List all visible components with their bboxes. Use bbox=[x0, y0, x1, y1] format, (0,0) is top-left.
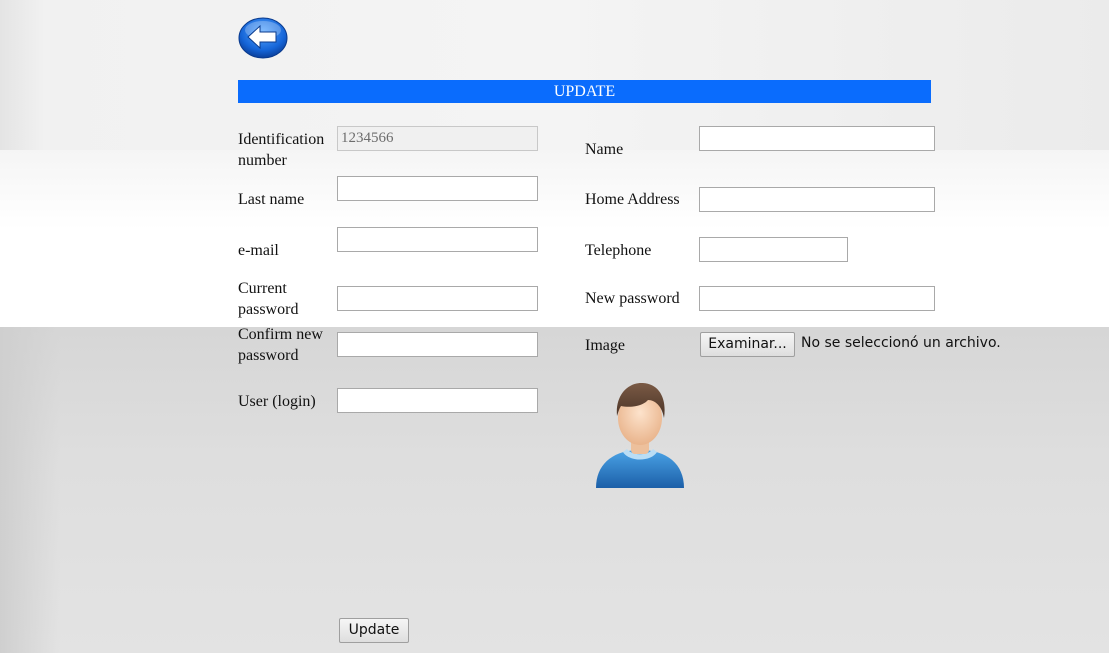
telephone-label: Telephone bbox=[585, 242, 652, 259]
email-field[interactable] bbox=[337, 227, 538, 252]
new-password-label: New password bbox=[585, 290, 680, 307]
id-number-field bbox=[337, 126, 538, 151]
user-login-label: User (login) bbox=[238, 393, 316, 410]
name-field[interactable] bbox=[699, 126, 935, 151]
current-password-label: Current password bbox=[238, 280, 299, 318]
new-password-field[interactable] bbox=[699, 286, 935, 311]
last-name-field[interactable] bbox=[337, 176, 538, 201]
file-status-text: No se seleccionó un archivo. bbox=[801, 335, 1001, 351]
background-lower bbox=[0, 327, 1109, 653]
back-arrow-icon bbox=[238, 17, 288, 59]
page-title: UPDATE bbox=[238, 80, 931, 103]
last-name-label: Last name bbox=[238, 191, 305, 208]
update-button[interactable]: Update bbox=[339, 618, 409, 643]
confirm-password-field[interactable] bbox=[337, 332, 538, 357]
confirm-password-label: Confirm new password bbox=[238, 326, 323, 364]
email-label: e-mail bbox=[238, 242, 279, 259]
current-password-field[interactable] bbox=[337, 286, 538, 311]
back-button[interactable] bbox=[238, 17, 288, 59]
file-browse-button[interactable]: Examinar... bbox=[700, 332, 795, 357]
telephone-field[interactable] bbox=[699, 237, 848, 262]
user-avatar bbox=[593, 376, 687, 490]
user-avatar-icon bbox=[596, 382, 684, 488]
home-address-label: Home Address bbox=[585, 191, 680, 208]
background-band bbox=[0, 150, 1109, 327]
user-login-field[interactable] bbox=[337, 388, 538, 413]
image-label: Image bbox=[585, 337, 625, 354]
name-label: Name bbox=[585, 141, 624, 158]
home-address-field[interactable] bbox=[699, 187, 935, 212]
id-number-label: Identification number bbox=[238, 131, 325, 169]
